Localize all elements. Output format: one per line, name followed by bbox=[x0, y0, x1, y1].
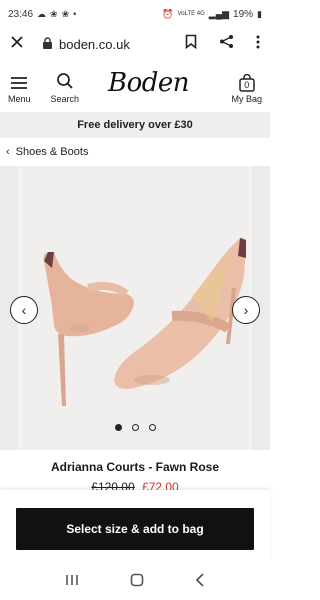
product-title: Adrianna Courts - Fawn Rose bbox=[50, 460, 220, 474]
delivery-banner[interactable]: Free delivery over £30 bbox=[0, 112, 270, 138]
battery-level: 19% bbox=[233, 8, 254, 20]
recent-apps-icon[interactable] bbox=[65, 573, 79, 589]
sticky-add-bar: Select size & add to bag bbox=[0, 490, 270, 562]
breadcrumb-label: Shoes & Boots bbox=[15, 146, 89, 158]
product-image bbox=[43, 237, 246, 406]
menu-button[interactable]: Menu bbox=[8, 76, 31, 104]
search-icon bbox=[56, 72, 74, 92]
breadcrumb[interactable]: ‹ Shoes & Boots bbox=[6, 146, 88, 158]
signal-icon: ▂▄▆ bbox=[208, 8, 230, 19]
hamburger-icon bbox=[10, 76, 28, 92]
bag-label: My Bag bbox=[231, 94, 262, 104]
paw-icon: ❀ bbox=[50, 8, 58, 19]
share-icon[interactable] bbox=[219, 34, 234, 54]
lock-icon bbox=[42, 36, 53, 52]
gallery-next-button[interactable]: › bbox=[232, 296, 260, 324]
pagination-dot[interactable] bbox=[131, 424, 139, 431]
gallery-slide-main[interactable] bbox=[22, 166, 248, 450]
back-icon[interactable] bbox=[195, 572, 205, 590]
status-time: 23:46 bbox=[8, 8, 34, 20]
address-bar[interactable]: boden.co.uk bbox=[42, 37, 130, 52]
gallery-prev-button[interactable]: ‹ bbox=[10, 296, 38, 324]
add-to-bag-button[interactable]: Select size & add to bag bbox=[16, 508, 254, 550]
gallery-pagination bbox=[0, 424, 270, 431]
browser-actions bbox=[185, 34, 260, 54]
pagination-dot[interactable] bbox=[148, 424, 156, 431]
search-button[interactable]: Search bbox=[50, 72, 80, 104]
status-left: 23:46 ☁ ❀ ❀ • bbox=[8, 9, 76, 20]
chevron-right-icon: › bbox=[243, 302, 249, 318]
shoe-front bbox=[114, 237, 246, 389]
bookmark-icon[interactable] bbox=[185, 34, 197, 54]
network-label: VoLTE 4G bbox=[177, 10, 205, 17]
product-gallery[interactable]: ‹ › bbox=[0, 166, 270, 450]
chevron-left-icon: ‹ bbox=[6, 146, 10, 158]
menu-label: Menu bbox=[8, 94, 31, 104]
dot-icon: • bbox=[73, 8, 77, 19]
bag-button[interactable]: 0 My Bag bbox=[231, 73, 262, 104]
search-label: Search bbox=[50, 94, 80, 104]
more-options-icon[interactable] bbox=[256, 35, 260, 54]
delivery-banner-text: Free delivery over £30 bbox=[77, 119, 193, 131]
alarm-icon: ⏰ bbox=[162, 8, 174, 19]
cloud-icon: ☁ bbox=[37, 8, 47, 19]
browser-toolbar: boden.co.uk bbox=[0, 28, 270, 60]
pagination-dot[interactable] bbox=[114, 424, 122, 431]
close-icon[interactable] bbox=[10, 35, 24, 54]
url-text: boden.co.uk bbox=[59, 36, 130, 52]
bag-icon: 0 bbox=[238, 73, 256, 92]
status-right: ⏰ VoLTE 4G ▂▄▆ 19% ▮ bbox=[162, 9, 262, 20]
home-icon[interactable] bbox=[130, 573, 144, 590]
status-bar: 23:46 ☁ ❀ ❀ • ⏰ VoLTE 4G ▂▄▆ 19% ▮ bbox=[0, 0, 270, 28]
chevron-left-icon: ‹ bbox=[21, 302, 27, 318]
site-logo[interactable]: Boden bbox=[108, 68, 190, 98]
battery-icon: ▮ bbox=[257, 8, 262, 19]
site-header: Menu Search Boden 0 My Bag bbox=[0, 62, 270, 110]
paw-icon: ❀ bbox=[61, 8, 70, 19]
system-navigation-bar bbox=[0, 562, 270, 600]
bag-count: 0 bbox=[244, 80, 250, 90]
